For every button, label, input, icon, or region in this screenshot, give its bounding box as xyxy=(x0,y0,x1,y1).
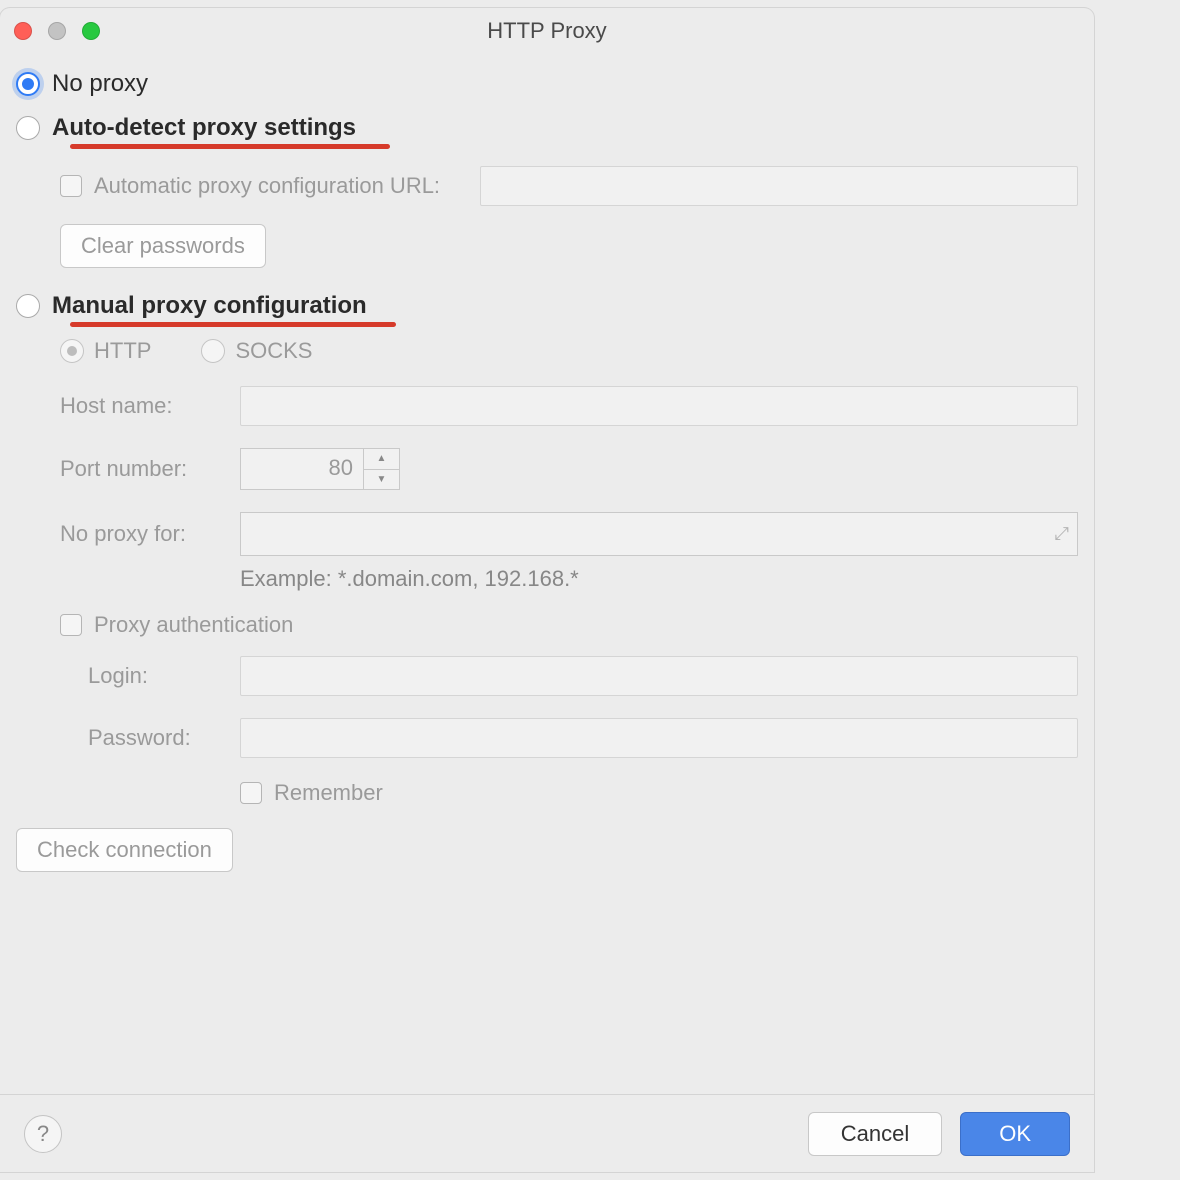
dialog-footer: ? Cancel OK xyxy=(0,1094,1094,1172)
remember-label: Remember xyxy=(274,780,383,806)
socks-type-radio[interactable] xyxy=(201,339,225,363)
http-proxy-dialog: HTTP Proxy No proxy Auto-detect proxy se… xyxy=(0,8,1094,1172)
auto-config-url-input[interactable] xyxy=(480,166,1078,206)
no-proxy-for-row: No proxy for: ⤢ xyxy=(60,512,1078,556)
manual-proxy-option[interactable]: Manual proxy configuration xyxy=(16,292,1078,320)
maximize-window-button[interactable] xyxy=(82,22,100,40)
proxy-auth-label: Proxy authentication xyxy=(94,612,293,638)
check-connection-button[interactable]: Check connection xyxy=(16,828,233,872)
no-proxy-radio[interactable] xyxy=(16,72,40,96)
auto-config-url-row: Automatic proxy configuration URL: xyxy=(60,166,1078,206)
no-proxy-label: No proxy xyxy=(52,70,148,98)
remember-checkbox[interactable] xyxy=(240,782,262,804)
port-number-row: Port number: 80 ▲ ▼ xyxy=(60,448,1078,490)
no-proxy-for-input[interactable]: ⤢ xyxy=(240,512,1078,556)
port-number-value: 80 xyxy=(241,449,363,489)
annotation-underline xyxy=(70,144,390,149)
clear-passwords-button[interactable]: Clear passwords xyxy=(60,224,266,268)
login-input[interactable] xyxy=(240,656,1078,696)
help-button[interactable]: ? xyxy=(24,1115,62,1153)
http-type-option[interactable]: HTTP xyxy=(60,338,151,364)
host-name-label: Host name: xyxy=(60,393,240,419)
dialog-title: HTTP Proxy xyxy=(487,18,606,44)
proxy-auth-checkbox[interactable] xyxy=(60,614,82,636)
http-type-radio[interactable] xyxy=(60,339,84,363)
password-label: Password: xyxy=(88,725,240,751)
port-increment-button[interactable]: ▲ xyxy=(364,449,399,470)
ok-button[interactable]: OK xyxy=(960,1112,1070,1156)
auto-detect-option[interactable]: Auto-detect proxy settings xyxy=(16,114,1078,142)
login-row: Login: xyxy=(88,656,1078,696)
port-number-label: Port number: xyxy=(60,456,240,482)
window-controls xyxy=(14,22,100,40)
port-decrement-button[interactable]: ▼ xyxy=(364,470,399,490)
auto-detect-radio[interactable] xyxy=(16,116,40,140)
no-proxy-example-text: Example: *.domain.com, 192.168.* xyxy=(240,566,1078,592)
proxy-type-group: HTTP SOCKS xyxy=(60,338,1078,364)
annotation-underline xyxy=(70,322,396,327)
dialog-content: No proxy Auto-detect proxy settings Auto… xyxy=(0,54,1094,1094)
auto-detect-section: Automatic proxy configuration URL: Clear… xyxy=(60,166,1078,292)
no-proxy-option[interactable]: No proxy xyxy=(16,70,1078,98)
password-input[interactable] xyxy=(240,718,1078,758)
manual-proxy-label: Manual proxy configuration xyxy=(52,292,367,320)
proxy-auth-row: Proxy authentication xyxy=(60,612,1078,638)
password-row: Password: xyxy=(88,718,1078,758)
titlebar: HTTP Proxy xyxy=(0,8,1094,54)
auto-detect-label: Auto-detect proxy settings xyxy=(52,114,356,142)
minimize-window-button[interactable] xyxy=(48,22,66,40)
close-window-button[interactable] xyxy=(14,22,32,40)
spinner-buttons: ▲ ▼ xyxy=(363,449,399,489)
socks-type-label: SOCKS xyxy=(235,338,312,364)
http-type-label: HTTP xyxy=(94,338,151,364)
auto-config-url-checkbox[interactable] xyxy=(60,175,82,197)
no-proxy-for-label: No proxy for: xyxy=(60,521,240,547)
help-icon: ? xyxy=(37,1121,49,1147)
host-name-row: Host name: xyxy=(60,386,1078,426)
port-number-spinner[interactable]: 80 ▲ ▼ xyxy=(240,448,400,490)
auto-config-url-label: Automatic proxy configuration URL: xyxy=(94,173,440,199)
host-name-input[interactable] xyxy=(240,386,1078,426)
login-label: Login: xyxy=(88,663,240,689)
manual-proxy-section: HTTP SOCKS Host name: Port number: 80 ▲ … xyxy=(60,338,1078,806)
expand-icon[interactable]: ⤢ xyxy=(1055,524,1069,545)
remember-row: Remember xyxy=(240,780,1078,806)
socks-type-option[interactable]: SOCKS xyxy=(201,338,312,364)
cancel-button[interactable]: Cancel xyxy=(808,1112,942,1156)
manual-proxy-radio[interactable] xyxy=(16,294,40,318)
